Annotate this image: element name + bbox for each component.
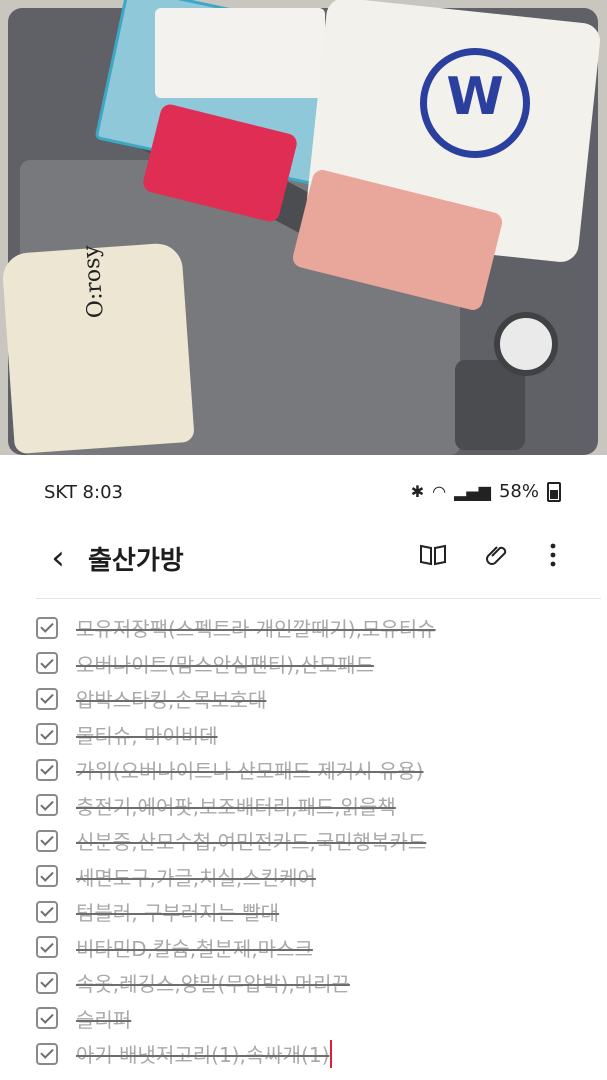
checkbox-checked[interactable]: [36, 758, 58, 781]
checklist-item-text[interactable]: 물티슈, 마이비데: [76, 720, 218, 749]
baby-clothes: [155, 8, 325, 98]
note-title: 출산가방: [88, 546, 184, 576]
suitcase-wheel: [494, 312, 558, 376]
signal-icon: ▂▄▆: [454, 482, 491, 501]
checkbox-checked[interactable]: [36, 794, 58, 817]
checkbox-checked[interactable]: [36, 900, 58, 923]
checklist-item: 충전기,에어팟,보조배터리,패드,읽을책: [36, 788, 596, 824]
checklist: 모유저장팩(스펙트라 개인깔때기),모유티슈 오버나이트(맘스안심팬티),산모패…: [36, 610, 596, 1072]
kebab-menu-icon: [550, 543, 556, 567]
checklist-item-text[interactable]: 압박스타킹,손목보호대: [76, 684, 266, 713]
wifi-icon: ◠: [432, 482, 447, 501]
checklist-item: 신분증,산모수첩,여민전카드,국민행복카드: [36, 823, 596, 859]
checklist-item-text[interactable]: 신분증,산모수첩,여민전카드,국민행복카드: [76, 826, 426, 855]
checkbox-checked[interactable]: [36, 616, 58, 639]
checkbox-checked[interactable]: [36, 1007, 58, 1030]
checklist-item-text[interactable]: 세면도구,가글,치실,스킨케어: [76, 862, 316, 891]
header-divider: [36, 598, 601, 599]
checklist-item-text[interactable]: 오버나이트(맘스안심팬티),산모패드: [76, 649, 374, 678]
checkbox-checked[interactable]: [36, 829, 58, 852]
checkbox-checked[interactable]: [36, 865, 58, 888]
checklist-item-text[interactable]: 슬리퍼: [76, 1004, 131, 1033]
checklist-item: 텀블러, 구부러지는 빨대: [36, 894, 596, 930]
text-cursor: [330, 1039, 333, 1068]
checkbox-checked[interactable]: [36, 936, 58, 959]
attached-photo[interactable]: W O:rosy: [0, 0, 607, 455]
more-options-button[interactable]: [536, 542, 570, 576]
battery-percent: 58%: [498, 481, 539, 502]
checklist-item: 가위(오버나이트나 산모패드 제거시 유용): [36, 752, 596, 788]
checkbox-checked[interactable]: [36, 687, 58, 710]
status-bar: SKT 8:03 ✱ ◠ ▂▄▆ 58%: [0, 455, 607, 530]
back-button[interactable]: ‹: [38, 538, 78, 578]
checklist-item-text[interactable]: 텀블러, 구부러지는 빨대: [76, 897, 279, 926]
reading-mode-icon[interactable]: [416, 542, 450, 576]
checklist-item: 물티슈, 마이비데: [36, 717, 596, 753]
checkbox-checked[interactable]: [36, 1042, 58, 1065]
checkbox-checked[interactable]: [36, 971, 58, 994]
checklist-item-text[interactable]: 충전기,에어팟,보조배터리,패드,읽을책: [76, 791, 396, 820]
checkbox-checked[interactable]: [36, 652, 58, 675]
checklist-item-text[interactable]: 모유저장팩(스펙트라 개인깔때기),모유티슈: [76, 613, 436, 642]
checklist-item: 속옷,레깅스,양말(무압박),머리끈: [36, 965, 596, 1001]
bluetooth-icon: ✱: [410, 482, 425, 501]
checklist-item: 아기 배냇저고리(1),속싸개(1): [36, 1036, 596, 1072]
checklist-item-text[interactable]: 아기 배냇저고리(1),속싸개(1): [76, 1039, 329, 1068]
checkbox-checked[interactable]: [36, 723, 58, 746]
checklist-item-text[interactable]: 비타민D,칼슘,철분제,마스크: [76, 933, 313, 962]
checklist-item: 슬리퍼: [36, 1001, 596, 1037]
status-icons: ✱ ◠ ▂▄▆ 58%: [411, 481, 561, 502]
checklist-item: 세면도구,가글,치실,스킨케어: [36, 859, 596, 895]
battery-icon: [547, 481, 561, 502]
paperclip-icon: [486, 546, 507, 565]
vw-logo-icon: W: [420, 48, 530, 158]
checklist-item: 오버나이트(맘스안심팬티),산모패드: [36, 646, 596, 682]
orosy-pouch: O:rosy: [1, 241, 195, 455]
checklist-item: 압박스타킹,손목보호대: [36, 681, 596, 717]
carrier-time: SKT 8:03: [44, 482, 123, 503]
checklist-item-text[interactable]: 가위(오버나이트나 산모패드 제거시 유용): [76, 755, 423, 784]
checklist-item: 비타민D,칼슘,철분제,마스크: [36, 930, 596, 966]
checklist-item: 모유저장팩(스펙트라 개인깔때기),모유티슈: [36, 610, 596, 646]
app-bar: ‹ 출산가방: [0, 530, 607, 590]
checklist-item-text[interactable]: 속옷,레깅스,양말(무압박),머리끈: [76, 968, 350, 997]
book-icon: [420, 544, 446, 566]
attach-button[interactable]: [480, 542, 514, 576]
